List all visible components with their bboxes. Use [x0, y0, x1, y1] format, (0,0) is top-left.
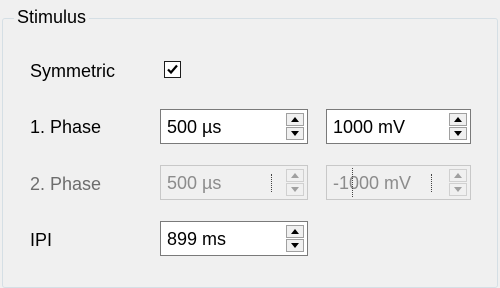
- phase1-duration-down-button[interactable]: [286, 127, 304, 140]
- phase2-amplitude-spin-buttons: [449, 169, 467, 196]
- ipi-spinbox[interactable]: 899 ms: [160, 221, 308, 256]
- arrow-up-icon: [291, 173, 299, 178]
- phase2-duration-focus-dots: [271, 174, 273, 192]
- stimulus-group-title: Stimulus: [14, 6, 90, 28]
- phase2-duration-value: 500 µs: [167, 173, 222, 193]
- phase1-amplitude-value: 1000 mV: [333, 117, 406, 137]
- ipi-label: IPI: [30, 230, 53, 250]
- phase2-amplitude-spinbox[interactable]: -1000 mV: [326, 165, 471, 200]
- arrow-up-icon: [291, 229, 299, 234]
- phase2-amplitude-down-button[interactable]: [449, 183, 467, 196]
- ipi-spin-buttons: [286, 225, 304, 252]
- symmetric-label: Symmetric: [30, 61, 115, 81]
- phase2-duration-down-button[interactable]: [286, 183, 304, 196]
- phase1-amplitude-spin-buttons: [449, 113, 467, 140]
- arrow-down-icon: [291, 243, 299, 248]
- phase2-duration-up-button[interactable]: [286, 169, 304, 182]
- arrow-up-icon: [454, 117, 462, 122]
- phase2-amplitude-value: -1000 mV: [333, 173, 412, 193]
- phase2-amplitude-focus-dots-left: [352, 168, 354, 197]
- phase1-duration-value: 500 µs: [167, 117, 222, 137]
- phase2-amplitude-up-button[interactable]: [449, 169, 467, 182]
- ipi-value: 899 ms: [167, 229, 227, 249]
- phase1-amplitude-spinbox[interactable]: 1000 mV: [326, 109, 471, 144]
- ipi-down-button[interactable]: [286, 239, 304, 252]
- phase2-duration-spin-buttons: [286, 169, 304, 196]
- phase1-duration-spinbox[interactable]: 500 µs: [160, 109, 308, 144]
- phase1-amplitude-up-button[interactable]: [449, 113, 467, 126]
- phase1-label: 1. Phase: [30, 117, 102, 137]
- phase2-duration-spinbox[interactable]: 500 µs: [160, 165, 308, 200]
- arrow-down-icon: [454, 187, 462, 192]
- arrow-up-icon: [454, 173, 462, 178]
- phase2-label: 2. Phase: [30, 174, 102, 194]
- phase1-amplitude-down-button[interactable]: [449, 127, 467, 140]
- arrow-down-icon: [454, 131, 462, 136]
- arrow-down-icon: [291, 131, 299, 136]
- arrow-down-icon: [291, 187, 299, 192]
- checkmark-icon: [167, 64, 178, 75]
- arrow-up-icon: [291, 117, 299, 122]
- symmetric-checkbox[interactable]: [164, 61, 181, 78]
- phase2-amplitude-focus-dots-right: [431, 174, 433, 192]
- phase1-duration-up-button[interactable]: [286, 113, 304, 126]
- phase1-duration-spin-buttons: [286, 113, 304, 140]
- ipi-up-button[interactable]: [286, 225, 304, 238]
